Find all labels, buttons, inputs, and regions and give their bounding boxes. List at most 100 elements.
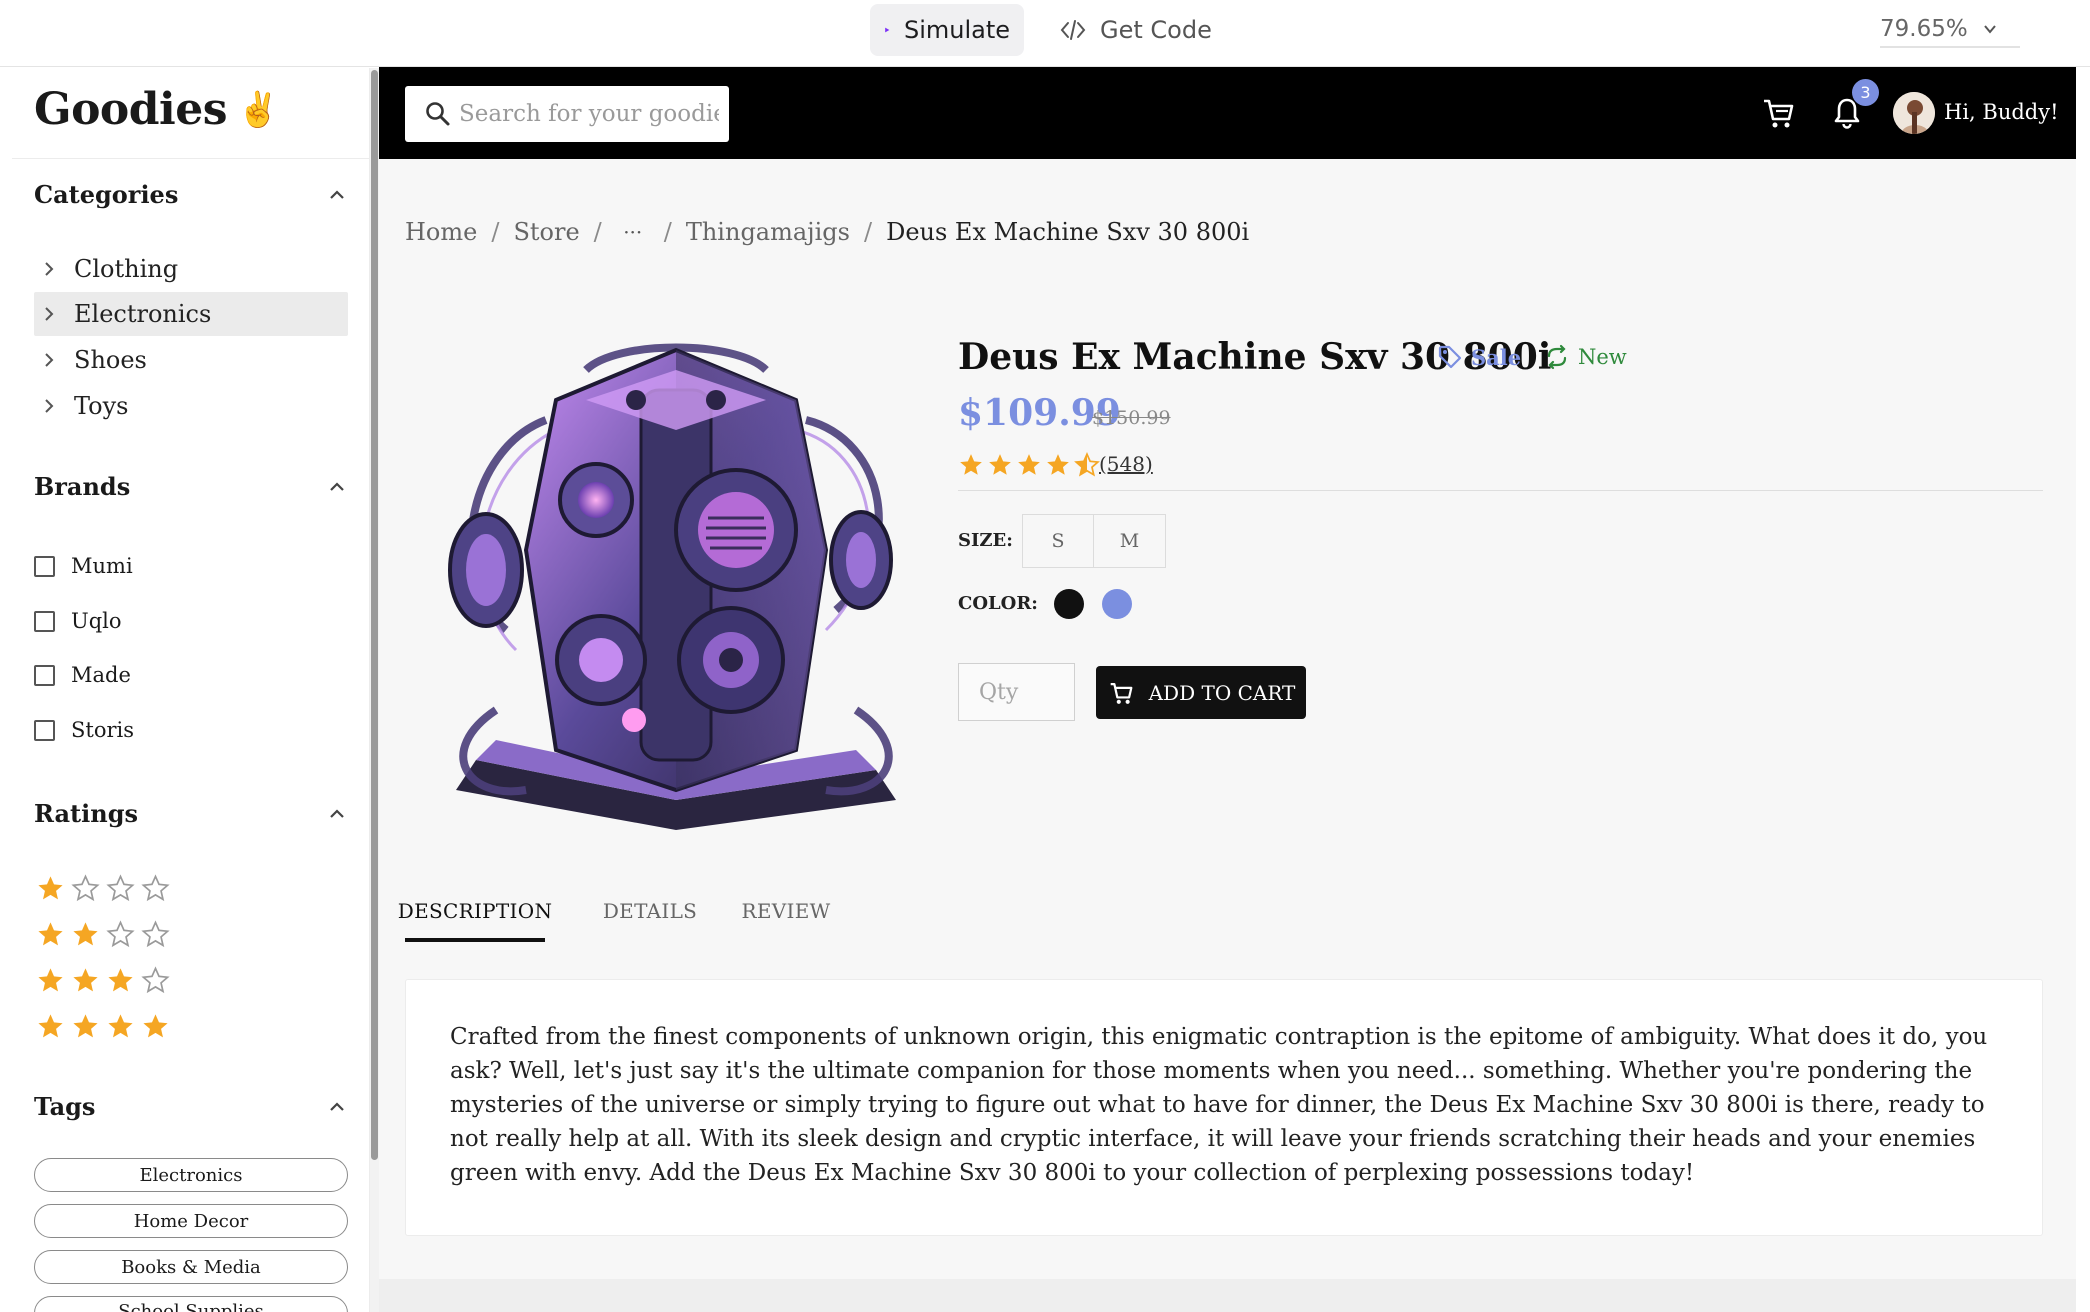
- product-tabs: DESCRIPTION DETAILS REVIEW: [398, 880, 2043, 942]
- category-label: Toys: [74, 392, 129, 420]
- rating-filter-4-stars[interactable]: [36, 1012, 170, 1041]
- description-panel: Crafted from the finest components of un…: [405, 979, 2043, 1236]
- brand-item-made[interactable]: Made: [34, 663, 131, 687]
- size-option-m[interactable]: M: [1094, 514, 1166, 568]
- get-code-label: Get Code: [1100, 16, 1212, 44]
- star-outline-icon: [106, 920, 135, 948]
- tag-chip-school-supplies[interactable]: School Supplies: [34, 1296, 348, 1312]
- avatar-image: [1893, 92, 1935, 134]
- breadcrumb-thingamajigs[interactable]: Thingamajigs: [686, 218, 850, 246]
- star-filled-icon: [1047, 454, 1069, 475]
- tags-header[interactable]: Tags: [34, 1092, 348, 1121]
- brand-checkbox[interactable]: [34, 555, 55, 577]
- zoom-value: 79.65%: [1880, 16, 1968, 42]
- star-filled-icon: [960, 454, 982, 475]
- tag-chip-electronics[interactable]: Electronics: [34, 1158, 348, 1192]
- logo-text: Goodies: [34, 84, 228, 135]
- user-greeting[interactable]: Hi, Buddy!: [1944, 100, 2059, 124]
- brand-item-uqlo[interactable]: Uqlo: [34, 609, 122, 633]
- chevron-up-icon: [330, 481, 344, 491]
- star-filled-icon: [108, 1014, 133, 1038]
- cart-icon: [1110, 682, 1133, 704]
- tab-review[interactable]: REVIEW: [731, 880, 841, 942]
- search-bar[interactable]: [405, 86, 729, 142]
- divider: [12, 158, 370, 159]
- tab-description[interactable]: DESCRIPTION: [398, 880, 552, 942]
- star-filled-icon: [73, 968, 98, 992]
- editor-toolbar: Simulate Get Code 79.65%: [0, 0, 2090, 67]
- rating-filter-1-stars[interactable]: [36, 874, 170, 903]
- add-to-cart-label: ADD TO CART: [1148, 680, 1296, 705]
- tag-label: Electronics: [139, 1164, 243, 1186]
- code-icon: [1060, 20, 1086, 40]
- breadcrumb-store[interactable]: Store: [513, 218, 579, 246]
- category-item-shoes[interactable]: Shoes: [34, 338, 348, 382]
- simulate-button[interactable]: Simulate: [870, 4, 1024, 56]
- product-image: [448, 343, 896, 830]
- star-outline-icon: [106, 874, 135, 902]
- star-filled-icon: [38, 922, 63, 946]
- brand-checkbox[interactable]: [34, 610, 55, 632]
- star-filled-icon: [38, 968, 63, 992]
- chevron-down-icon: [1983, 25, 1996, 34]
- size-label: SIZE:: [958, 530, 1013, 551]
- get-code-button[interactable]: Get Code: [1046, 4, 1226, 56]
- tag-chip-books-media[interactable]: Books & Media: [34, 1250, 348, 1284]
- breadcrumb-more-button[interactable]: ···: [616, 219, 650, 245]
- brand-checkbox[interactable]: [34, 664, 55, 686]
- category-label: Shoes: [74, 346, 147, 374]
- brands-title: Brands: [34, 472, 131, 501]
- reviews-count-link[interactable]: (548): [1099, 452, 1153, 476]
- tag-chip-home-decor[interactable]: Home Decor: [34, 1204, 348, 1238]
- notification-badge: 3: [1852, 79, 1879, 106]
- tag-label: Home Decor: [133, 1210, 249, 1232]
- new-label: New: [1578, 345, 1627, 369]
- chevron-right-icon: [45, 353, 54, 367]
- breadcrumb-separator: /: [593, 218, 602, 246]
- category-item-toys[interactable]: Toys: [34, 384, 348, 428]
- color-swatch-black[interactable]: [1054, 589, 1084, 619]
- zoom-select[interactable]: 79.65%: [1880, 12, 2020, 48]
- peace-hand-icon: ✌: [237, 89, 279, 130]
- breadcrumb-separator: /: [863, 218, 873, 246]
- rating-filter-2-stars[interactable]: [36, 920, 170, 949]
- star-outline-icon: [141, 966, 170, 994]
- category-item-clothing[interactable]: Clothing: [34, 247, 348, 291]
- categories-header[interactable]: Categories: [34, 180, 348, 209]
- brands-header[interactable]: Brands: [34, 472, 348, 501]
- size-option-s[interactable]: S: [1022, 514, 1094, 568]
- tag-label: Books & Media: [121, 1256, 261, 1278]
- cart-icon[interactable]: [1759, 94, 1797, 132]
- avatar[interactable]: [1893, 92, 1935, 134]
- brand-label: Storis: [71, 718, 134, 742]
- search-input[interactable]: [459, 101, 719, 127]
- brand-item-mumi[interactable]: Mumi: [34, 554, 133, 578]
- sidebar-scrollbar-thumb[interactable]: [371, 70, 378, 1160]
- category-item-electronics[interactable]: Electronics: [34, 292, 348, 336]
- chevron-up-icon: [330, 1101, 344, 1111]
- tab-details[interactable]: DETAILS: [595, 880, 705, 942]
- breadcrumb-home[interactable]: Home: [405, 218, 477, 246]
- logo[interactable]: Goodies ✌: [34, 84, 279, 135]
- size-selector: S M: [1022, 514, 1166, 568]
- quantity-input[interactable]: [958, 663, 1075, 721]
- brand-checkbox[interactable]: [34, 719, 55, 741]
- color-swatch-blue[interactable]: [1102, 589, 1132, 619]
- ratings-header[interactable]: Ratings: [34, 799, 348, 828]
- search-icon: [426, 102, 450, 126]
- sale-badge: Sale: [1437, 344, 1521, 370]
- star-filled-icon: [38, 876, 63, 900]
- product-old-price: $150.99: [1092, 407, 1171, 429]
- active-tab-indicator: [405, 938, 545, 942]
- star-outline-icon: [71, 874, 100, 902]
- refresh-arrows-icon: [1547, 344, 1567, 370]
- color-label: COLOR:: [958, 593, 1038, 614]
- add-to-cart-button[interactable]: ADD TO CART: [1096, 666, 1306, 719]
- product-rating-stars: [958, 452, 1100, 478]
- star-filled-icon: [143, 1014, 168, 1038]
- categories-title: Categories: [34, 180, 179, 209]
- new-badge: New: [1544, 344, 1627, 370]
- chevron-right-icon: [45, 262, 54, 276]
- rating-filter-3-stars[interactable]: [36, 966, 170, 995]
- brand-item-storis[interactable]: Storis: [34, 718, 134, 742]
